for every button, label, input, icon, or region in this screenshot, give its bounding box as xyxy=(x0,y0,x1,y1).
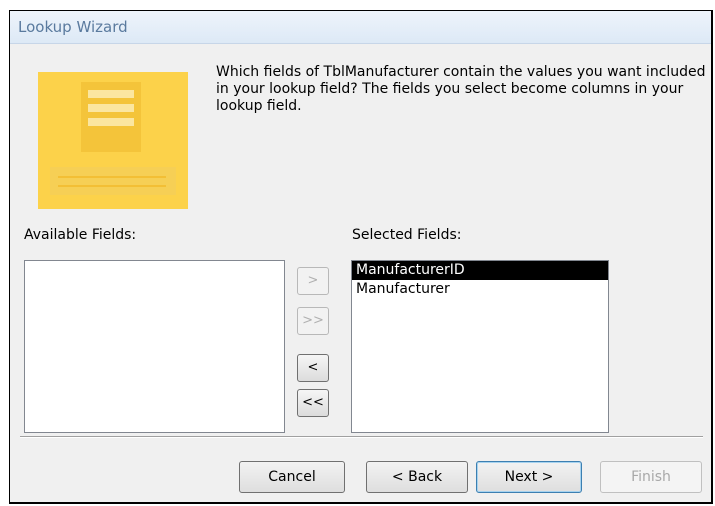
back-button[interactable]: < Back xyxy=(366,461,468,493)
remove-all-fields-button[interactable]: << xyxy=(297,389,329,417)
instructions-text: Which fields of TblManufacturer contain … xyxy=(216,64,706,114)
wizard-illustration xyxy=(38,72,188,209)
window-title: Lookup Wizard xyxy=(18,18,128,36)
selected-fields-label: Selected Fields: xyxy=(352,227,462,243)
available-fields-label: Available Fields: xyxy=(24,227,137,243)
cancel-button[interactable]: Cancel xyxy=(239,461,345,493)
title-bar: Lookup Wizard xyxy=(10,11,711,44)
add-all-fields-button[interactable]: >> xyxy=(297,307,329,335)
available-fields-list[interactable] xyxy=(24,260,285,433)
lookup-wizard-dialog: Lookup Wizard Which fields of TblManufac… xyxy=(9,10,713,504)
remove-field-button[interactable]: < xyxy=(297,354,329,382)
finish-button[interactable]: Finish xyxy=(600,461,702,493)
list-item[interactable]: ManufacturerID xyxy=(352,261,608,280)
next-button[interactable]: Next > xyxy=(476,461,582,493)
add-field-button[interactable]: > xyxy=(297,267,329,295)
separator xyxy=(20,436,703,438)
selected-fields-list[interactable]: ManufacturerID Manufacturer xyxy=(351,260,609,433)
list-item[interactable]: Manufacturer xyxy=(352,280,608,299)
